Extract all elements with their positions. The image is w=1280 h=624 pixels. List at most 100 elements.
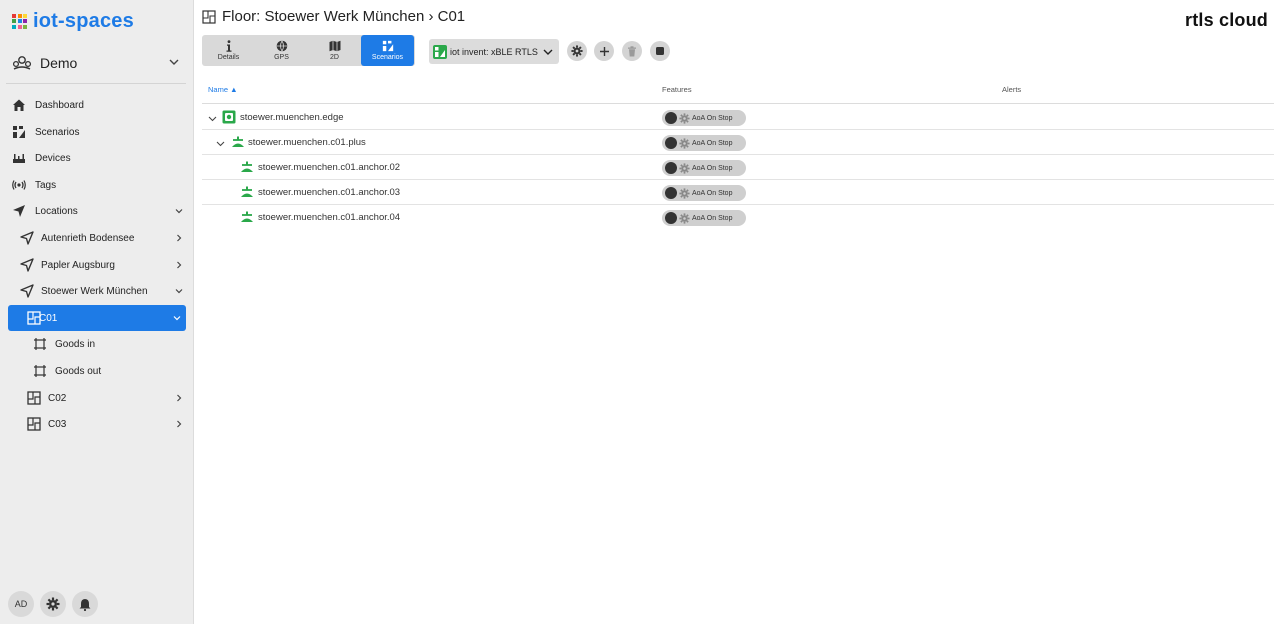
delete-button[interactable] (622, 41, 642, 61)
chevron-down-icon (173, 315, 181, 321)
app: iot-spaces Demo Dashboard Scenarios Devi… (0, 0, 1280, 624)
gear-icon (679, 187, 690, 199)
gear-icon (571, 45, 583, 57)
sidebar-item-dashboard[interactable]: Dashboard (0, 92, 194, 119)
sidebar-item-label: Autenrieth Bodensee (41, 232, 135, 244)
tab-2d[interactable]: 2D (308, 35, 361, 66)
feature-label: AoA On Stop (692, 164, 733, 172)
navigation-icon (20, 257, 34, 272)
sidebar-item-goods-in[interactable]: Goods in (0, 331, 194, 358)
table-row[interactable]: stoewer.muenchen.c01.anchor.03 AoA On St… (202, 180, 1274, 205)
info-icon (223, 40, 235, 52)
sidebar-item-label: Locations (35, 206, 78, 218)
feature-badge[interactable]: AoA On Stop (662, 135, 746, 151)
scenario-settings-button[interactable] (567, 41, 587, 61)
feature-label: AoA On Stop (692, 139, 733, 147)
chevron-down-icon[interactable] (216, 139, 225, 148)
device-name: stoewer.muenchen.c01.anchor.02 (258, 162, 401, 173)
sidebar-item-c03[interactable]: C03 (0, 411, 194, 438)
chevron-right-icon (177, 420, 182, 428)
chevron-down-icon (169, 59, 179, 65)
sidebar-footer: AD (8, 591, 98, 617)
scenarios-icon (382, 40, 394, 52)
floor-icon (27, 390, 41, 405)
chevron-down-icon (175, 209, 183, 214)
sidebar-item-label: Papler Augsburg (41, 259, 115, 271)
scenario-brand-icon (433, 44, 447, 59)
map-icon (329, 40, 341, 52)
main-content: Floor: Stoewer Werk München › C01 rtls c… (194, 0, 1280, 624)
chevron-down-icon (175, 289, 183, 294)
toggle-knob (665, 112, 677, 124)
scenario-select[interactable]: iot invent: xBLE RTLS (429, 39, 559, 64)
sidebar-item-label: Stoewer Werk München (41, 286, 148, 298)
feature-badge[interactable]: AoA On Stop (662, 160, 746, 176)
settings-button[interactable] (40, 591, 66, 617)
sidebar-item-locations[interactable]: Locations (0, 198, 194, 225)
sidebar-item-stoewer-werk-muenchen[interactable]: Stoewer Werk München (0, 278, 194, 305)
table-row[interactable]: stoewer.muenchen.c01.anchor.02 AoA On St… (202, 155, 1274, 180)
tab-gps[interactable]: GPS (255, 35, 308, 66)
device-name: stoewer.muenchen.c01.anchor.03 (258, 187, 401, 198)
users-icon (12, 56, 32, 70)
app-name: iot-spaces (33, 9, 134, 32)
feature-badge[interactable]: AoA On Stop (662, 110, 746, 126)
user-avatar[interactable]: AD (8, 591, 34, 617)
sidebar-item-label: C03 (48, 419, 67, 431)
zone-icon (33, 364, 47, 378)
floor-icon (27, 417, 41, 431)
tab-label: 2D (330, 54, 339, 61)
device-name: stoewer.muenchen.edge (240, 112, 344, 123)
toggle-knob (665, 212, 677, 224)
feature-label: AoA On Stop (692, 214, 733, 222)
feature-label: AoA On Stop (692, 114, 733, 122)
tab-details[interactable]: Details (202, 35, 255, 66)
device-name: stoewer.muenchen.c01.plus (248, 137, 366, 148)
tab-scenarios[interactable]: Scenarios (361, 35, 414, 66)
user-initials: AD (14, 599, 28, 609)
sidebar-item-label: C01 (39, 312, 58, 324)
feature-badge[interactable]: AoA On Stop (662, 210, 746, 226)
chevron-right-icon (177, 394, 182, 401)
navigation-icon (12, 204, 26, 218)
add-button[interactable] (594, 41, 614, 61)
tenant-selector[interactable]: Demo (10, 50, 186, 76)
table-row[interactable]: stoewer.muenchen.edge AoA On Stop (202, 105, 1274, 130)
divider (6, 83, 186, 84)
navigation-icon (20, 284, 34, 298)
anchor-icon (241, 186, 253, 197)
sidebar-item-devices[interactable]: Devices (0, 145, 194, 172)
sort-asc-icon: ▲ (230, 85, 238, 94)
stop-button[interactable] (650, 41, 670, 61)
view-tabs: Details GPS 2D Scenarios (202, 35, 415, 66)
feature-label: AoA On Stop (692, 189, 733, 197)
tab-label: GPS (274, 54, 289, 61)
column-header-features: Features (662, 85, 692, 94)
sidebar-item-scenarios[interactable]: Scenarios (0, 119, 194, 146)
table-row[interactable]: stoewer.muenchen.c01.anchor.04 AoA On St… (202, 205, 1274, 230)
sidebar-item-label: C02 (48, 392, 67, 404)
sidebar-item-papler-augsburg[interactable]: Papler Augsburg (0, 252, 194, 279)
sidebar-item-c02[interactable]: C02 (0, 385, 194, 412)
globe-icon (276, 40, 288, 52)
feature-badge[interactable]: AoA On Stop (662, 185, 746, 201)
zone-icon (33, 337, 47, 351)
tab-label: Details (217, 54, 240, 61)
gear-icon (679, 212, 690, 224)
sidebar-item-goods-out[interactable]: Goods out (0, 358, 194, 385)
column-header-name[interactable]: Name ▲ (208, 85, 238, 94)
sidebar-item-tags[interactable]: Tags (0, 172, 194, 199)
notifications-button[interactable] (72, 591, 98, 617)
chevron-down-icon[interactable] (208, 114, 217, 123)
rtls-cloud-logo: rtls cloud (1184, 10, 1268, 30)
floor-icon (202, 9, 216, 24)
column-header-label: Name (208, 85, 229, 94)
sidebar-item-autenrieth-bodensee[interactable]: Autenrieth Bodensee (0, 225, 194, 252)
toggle-knob (665, 162, 677, 174)
gear-icon (679, 137, 690, 149)
brand[interactable]: iot-spaces (12, 8, 134, 34)
bell-icon (79, 598, 91, 611)
trash-icon (628, 45, 636, 56)
sidebar-item-c01[interactable]: C01 (8, 304, 186, 332)
table-row[interactable]: stoewer.muenchen.c01.plus AoA On Stop (202, 130, 1274, 155)
